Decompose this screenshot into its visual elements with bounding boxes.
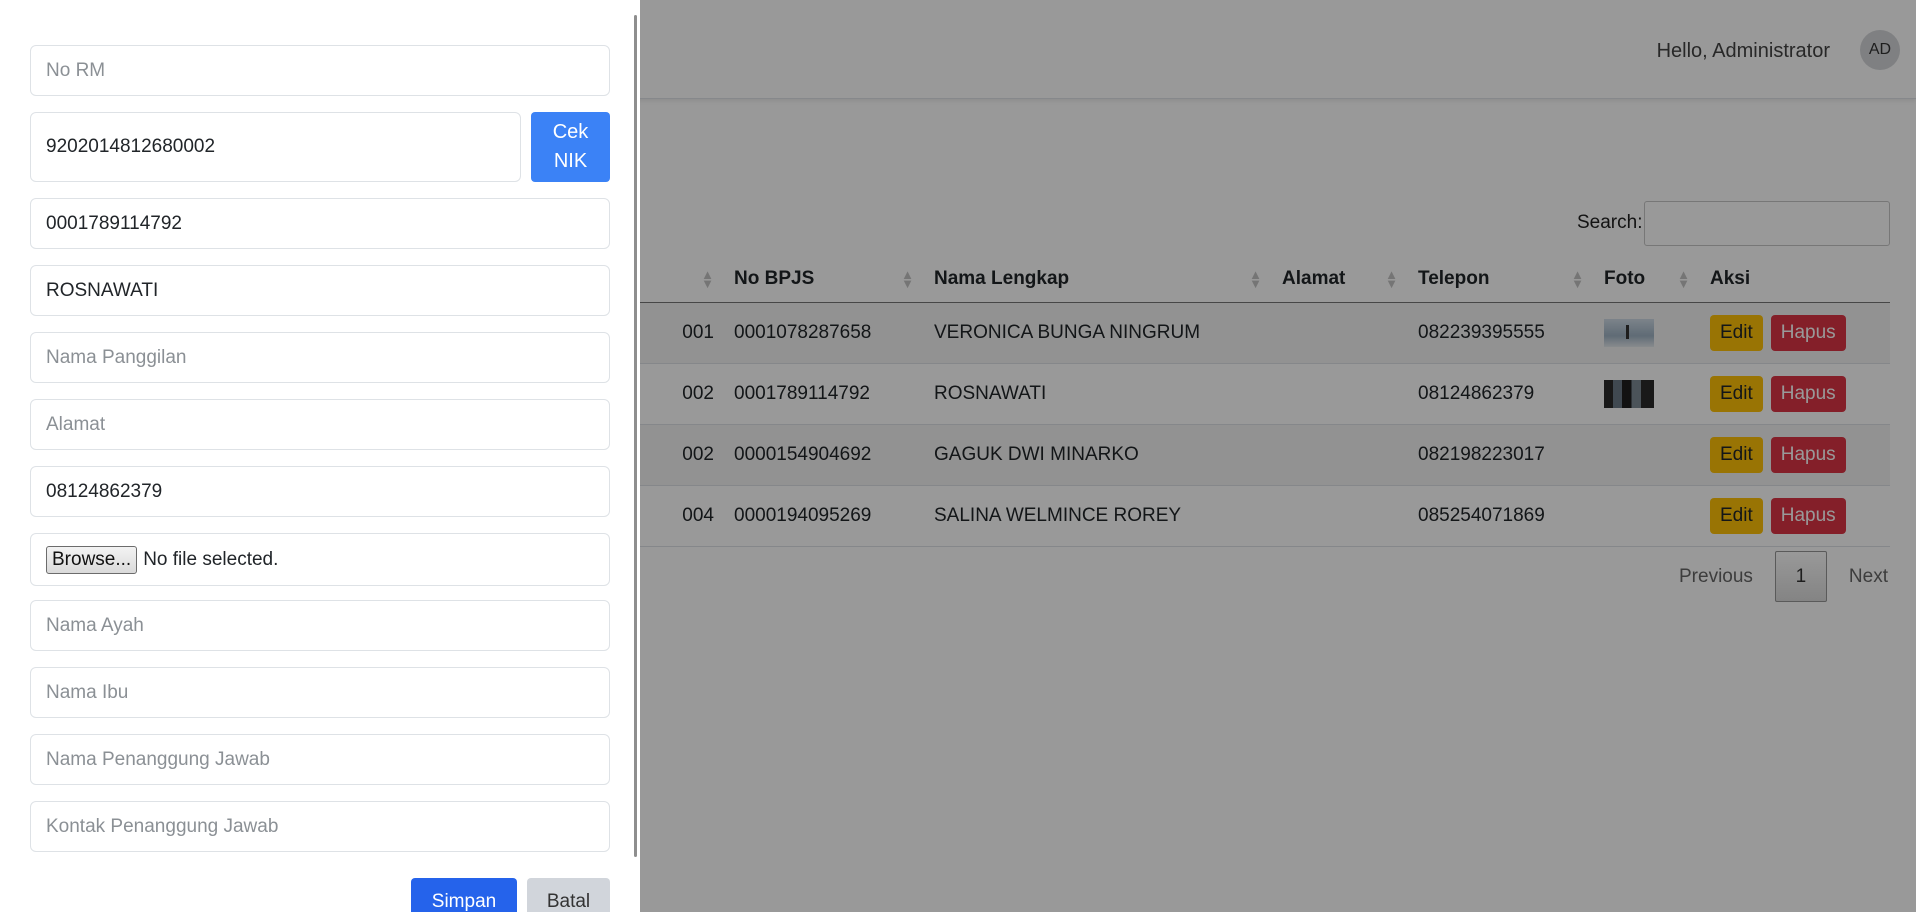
nama-ayah-field[interactable]: Nama Ayah xyxy=(30,600,610,651)
no-rm-field[interactable]: No RM xyxy=(30,45,610,96)
batal-button[interactable]: Batal xyxy=(527,878,610,912)
cek-nik-button[interactable]: Cek NIK xyxy=(531,112,610,182)
patient-form-panel: No RM 9202014812680002 Cek NIK 000178911… xyxy=(0,0,640,912)
foto-file-input: Browse... No file selected. xyxy=(30,533,610,586)
telepon-field[interactable]: 08124862379 xyxy=(30,466,610,517)
nama-penanggung-jawab-field[interactable]: Nama Penanggung Jawab xyxy=(30,734,610,785)
nama-lengkap-field[interactable]: ROSNAWATI xyxy=(30,265,610,316)
browse-button[interactable]: Browse... xyxy=(46,545,138,574)
file-status-text: No file selected. xyxy=(143,548,279,570)
nama-ibu-field[interactable]: Nama Ibu xyxy=(30,667,610,718)
cek-nik-label-line1: Cek xyxy=(552,121,589,143)
cek-nik-label-line2: NIK xyxy=(553,150,588,172)
kontak-penanggung-jawab-field[interactable]: Kontak Penanggung Jawab xyxy=(30,801,610,852)
nama-panggilan-field[interactable]: Nama Panggilan xyxy=(30,332,610,383)
no-bpjs-field[interactable]: 0001789114792 xyxy=(30,198,610,249)
panel-scrollbar[interactable] xyxy=(634,15,637,857)
alamat-field[interactable]: Alamat xyxy=(30,399,610,450)
simpan-button[interactable]: Simpan xyxy=(411,878,517,912)
nik-field[interactable]: 9202014812680002 xyxy=(30,112,521,182)
